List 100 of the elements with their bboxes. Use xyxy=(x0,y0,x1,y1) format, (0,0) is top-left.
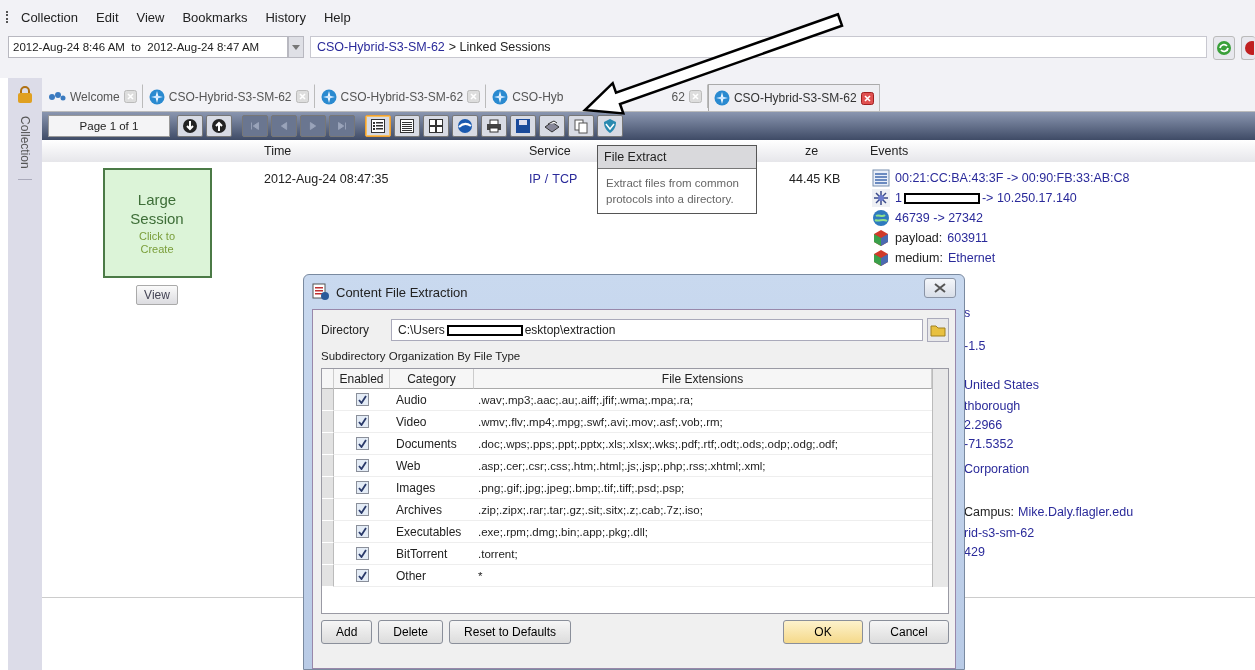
tray-icon xyxy=(544,118,560,134)
view-button[interactable]: View xyxy=(136,285,178,305)
download-button[interactable] xyxy=(177,115,203,137)
column-header: Enabled xyxy=(334,369,390,389)
table-cell: .wav;.mp3;.aac;.au;.aiff;.jfif;.wma;.mpa;.ra; xyxy=(474,389,932,411)
checkbox[interactable] xyxy=(355,525,369,538)
checkbox[interactable] xyxy=(355,459,369,472)
tab[interactable]: Welcome xyxy=(42,84,143,108)
page-field[interactable]: Page 1 of 1 xyxy=(48,115,170,137)
session-card[interactable]: Large Session Click to Create xyxy=(102,168,212,278)
event-value[interactable]: thborough xyxy=(964,399,1021,413)
event-value[interactable]: rid-s3-sm-62 xyxy=(964,526,1035,540)
upload-button[interactable] xyxy=(206,115,232,137)
column-header: ze xyxy=(805,144,819,158)
dropdown-button[interactable] xyxy=(288,36,304,58)
event-value[interactable]: s xyxy=(964,306,971,320)
menu-item[interactable]: History xyxy=(259,7,312,27)
checkbox[interactable] xyxy=(355,481,369,494)
event-value[interactable]: Mike.Daly.flagler.edu xyxy=(1018,505,1134,519)
checkbox[interactable] xyxy=(355,393,369,406)
breadcrumb-link[interactable]: CSO-Hybrid-S3-SM-62 xyxy=(317,40,445,54)
event-value[interactable]: 46739 -> 27342 xyxy=(895,210,983,225)
stop-button[interactable] xyxy=(1241,36,1255,60)
checkbox[interactable] xyxy=(355,569,369,582)
caret-icon xyxy=(292,44,300,50)
table-icon xyxy=(872,168,890,187)
lock-icon xyxy=(16,86,34,104)
lines-icon xyxy=(400,119,414,133)
dialog-button[interactable]: Add xyxy=(321,620,373,644)
menu-item[interactable]: Collection xyxy=(15,7,85,27)
event-value[interactable]: 00:21:CC:BA:43:3F -> 00:90:FB:33:AB:C8 xyxy=(895,170,1130,185)
globe-button[interactable] xyxy=(452,115,478,137)
dialog-button[interactable]: Cancel xyxy=(869,620,949,644)
event-value[interactable]: -71.5352 xyxy=(964,437,1014,451)
tab[interactable]: CSO-Hybrid-S3-SM-62 xyxy=(314,84,487,108)
table-cell: Audio xyxy=(390,389,474,411)
checkbox[interactable] xyxy=(355,437,369,450)
save-button[interactable] xyxy=(510,115,536,137)
tab-label: 62 xyxy=(671,89,685,104)
menu-item[interactable]: View xyxy=(130,7,171,27)
event-value[interactable]: Corporation xyxy=(964,462,1030,476)
close-icon xyxy=(934,283,946,293)
tab-label: Welcome xyxy=(70,89,120,104)
globe-icon xyxy=(457,118,473,134)
table-cell: BitTorrent xyxy=(390,543,474,565)
tooltip-title: File Extract xyxy=(598,146,756,169)
event-value[interactable]: -1.5 xyxy=(964,339,986,353)
tab-label: CSO-Hybrid-S3-SM-62 xyxy=(733,91,857,105)
download-icon xyxy=(182,118,198,134)
view-button[interactable] xyxy=(394,115,420,137)
view-button[interactable] xyxy=(423,115,449,137)
size-cell-text: 44.45 KB xyxy=(789,171,842,186)
directory-field[interactable]: C:\Users esktop\extraction xyxy=(391,319,923,341)
compass-icon xyxy=(492,88,509,105)
network-icon xyxy=(872,188,890,207)
tab-label: CSO-Hybrid-S3-SM-62 xyxy=(340,89,464,104)
dialog-button[interactable]: Delete xyxy=(378,620,444,644)
event-label: Campus: xyxy=(964,505,1015,519)
breadcrumb-text: > Linked Sessions xyxy=(448,40,551,54)
scrollbar[interactable] xyxy=(932,369,948,587)
shield-button[interactable] xyxy=(597,115,623,137)
file-extract-button[interactable] xyxy=(539,115,565,137)
event-value[interactable]: 1 -> 10.250.17.140 xyxy=(895,190,1077,205)
event-value[interactable]: 2.2966 xyxy=(964,418,1003,432)
table-cell: Video xyxy=(390,411,474,433)
menu-item[interactable]: Edit xyxy=(90,7,125,27)
table-cell: .asp;.cer;.csr;.css;.htm;.html;.js;.jsp;.php;.rss;.xhtml;.xml; xyxy=(474,455,932,477)
dialog-title: Content File Extraction xyxy=(336,284,469,300)
tab[interactable]: CSO-Hybrid-S3-SM-62 xyxy=(142,84,315,108)
tab[interactable]: CSO-Hybrid-S3-SM-62 xyxy=(707,84,880,111)
card-title: Large Session xyxy=(129,190,185,228)
print-button[interactable] xyxy=(481,115,507,137)
cube-icon xyxy=(872,228,890,247)
shield-icon xyxy=(602,118,618,134)
column-header: Service xyxy=(529,144,571,158)
copy-button[interactable] xyxy=(568,115,594,137)
checkbox[interactable] xyxy=(355,503,369,516)
event-value[interactable]: Ethernet xyxy=(947,250,996,265)
time-range-field[interactable]: 2012-Aug-24 8:46 AM to 2012-Aug-24 8:47 AM xyxy=(8,36,288,58)
dialog-button[interactable]: OK xyxy=(783,620,863,644)
dialog-button[interactable]: Reset to Defaults xyxy=(449,620,572,644)
event-value[interactable]: United States xyxy=(964,378,1040,392)
menu-item[interactable]: Help xyxy=(317,7,357,27)
section-label: Subdirectory Organization By File Type xyxy=(321,350,522,362)
refresh-button[interactable] xyxy=(1213,36,1235,60)
close-button[interactable] xyxy=(924,278,956,298)
event-value[interactable]: 429 xyxy=(964,545,985,559)
printer-icon xyxy=(486,118,502,134)
table-cell: .zip;.zipx;.rar;.tar;.gz;.sit;.sitx;.z;.cab;.7z;.iso; xyxy=(474,499,932,521)
event-value[interactable]: 603911 xyxy=(947,230,989,245)
checkbox[interactable] xyxy=(355,547,369,560)
checkbox[interactable] xyxy=(355,415,369,428)
close-icon[interactable] xyxy=(860,91,874,105)
view-button[interactable] xyxy=(365,115,391,137)
sidebar-tab[interactable]: Collection xyxy=(18,116,32,180)
service-link[interactable]: IP xyxy=(529,172,541,186)
event-label: payload: xyxy=(895,230,943,245)
table-cell: Web xyxy=(390,455,474,477)
service-link[interactable]: TCP xyxy=(552,172,578,186)
menu-item[interactable]: Bookmarks xyxy=(176,7,254,27)
